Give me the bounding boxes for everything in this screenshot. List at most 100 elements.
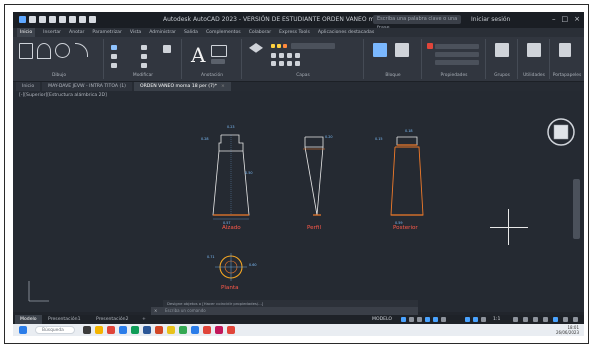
layout-tab-model[interactable]: Modelo [15, 315, 42, 324]
dimension-tool-icon[interactable] [211, 45, 227, 57]
erase-icon[interactable] [163, 45, 171, 53]
clean-screen-icon[interactable] [563, 317, 568, 322]
redo-icon[interactable] [89, 16, 96, 23]
file-explorer-icon[interactable] [95, 326, 103, 334]
keyword-search-input[interactable]: Escriba una palabra clave o una frase [373, 15, 461, 31]
navigation-bar[interactable] [573, 179, 580, 239]
app-menu-icon[interactable] [19, 16, 26, 23]
viewcube-icon[interactable] [547, 118, 575, 146]
file-tab-active[interactable]: ORDEN VANEO morna 18 per (7)* × [133, 82, 231, 91]
transparency-toggle-icon[interactable] [473, 317, 478, 322]
excel-icon[interactable] [131, 326, 139, 334]
layer-tool-icon[interactable] [287, 61, 292, 66]
layer-freeze-icon[interactable] [277, 44, 281, 48]
color-swatch-icon[interactable] [427, 43, 433, 49]
osnap-toggle-icon[interactable] [433, 317, 438, 322]
lineweight-toggle-icon[interactable] [465, 317, 470, 322]
hardware-acceleration-icon[interactable] [553, 317, 558, 322]
annotation-monitor-icon[interactable] [523, 317, 528, 322]
grid-toggle-icon[interactable] [401, 317, 406, 322]
ribbon-tab[interactable]: Colaborar [249, 28, 271, 37]
customize-menu-icon[interactable] [573, 317, 578, 322]
create-block-icon[interactable] [395, 43, 409, 57]
add-layout-icon[interactable]: + [137, 315, 151, 324]
open-file-icon[interactable] [39, 16, 46, 23]
ribbon-tab[interactable]: Anotar [69, 28, 84, 37]
model-space-button[interactable]: MODELO [372, 316, 392, 323]
ribbon-tab[interactable]: Parametrizar [92, 28, 121, 37]
close-icon[interactable]: × [574, 15, 580, 23]
edge-icon[interactable] [119, 326, 127, 334]
ribbon-tab[interactable]: Aplicaciones destacadas [318, 28, 374, 37]
close-tab-icon[interactable]: × [221, 84, 225, 89]
layer-tool-icon[interactable] [271, 53, 276, 58]
autocad-icon[interactable] [203, 326, 211, 334]
fillet-icon[interactable] [141, 63, 147, 68]
layer-dropdown[interactable] [291, 43, 335, 49]
undo-icon[interactable] [79, 16, 86, 23]
linetype-dropdown[interactable] [435, 52, 479, 57]
color-dropdown[interactable] [435, 44, 479, 49]
trim-icon[interactable] [111, 63, 117, 68]
ribbon-tab[interactable]: Salida [184, 28, 198, 37]
arc-tool-icon[interactable] [75, 43, 88, 57]
lineweight-dropdown[interactable] [435, 60, 479, 65]
rotate-icon[interactable] [111, 54, 117, 59]
windows-start-icon[interactable] [19, 326, 27, 334]
isolate-objects-icon[interactable] [543, 317, 548, 322]
word-icon[interactable] [143, 326, 151, 334]
layout-tab[interactable]: Presentación2 [91, 315, 134, 324]
units-icon[interactable] [533, 317, 538, 322]
powerpoint-icon[interactable] [155, 326, 163, 334]
snap-toggle-icon[interactable] [409, 317, 414, 322]
paste-icon[interactable] [559, 43, 571, 57]
group-icon[interactable] [495, 43, 509, 57]
ribbon-tab[interactable]: Administrar [149, 28, 176, 37]
system-tray-clock[interactable]: 18:01 26/06/2023 [556, 325, 579, 335]
folder-icon[interactable] [167, 326, 175, 334]
layer-tool-icon[interactable] [271, 61, 276, 66]
save-icon[interactable] [49, 16, 56, 23]
line-tool-icon[interactable] [19, 43, 33, 59]
mirror-icon[interactable] [141, 54, 147, 59]
app-icon[interactable] [215, 326, 223, 334]
file-tab[interactable]: MAY-DAVE JEVW - INTRA TITOA (1) [42, 82, 132, 91]
table-tool-icon[interactable] [211, 59, 225, 64]
app-icon[interactable] [227, 326, 235, 334]
ribbon-tab[interactable]: Complementos [206, 28, 241, 37]
app-icon[interactable] [179, 326, 187, 334]
ribbon-tab[interactable]: Express Tools [279, 28, 310, 37]
text-tool-icon[interactable]: A [191, 45, 205, 65]
layer-tool-icon[interactable] [279, 53, 284, 58]
annotation-scale[interactable]: 1:1 [493, 316, 500, 323]
workspace-gear-icon[interactable] [513, 317, 518, 322]
print-icon[interactable] [69, 16, 76, 23]
sign-in-button[interactable]: Iniciar sesión [471, 16, 510, 23]
insert-block-icon[interactable] [373, 43, 387, 57]
command-input[interactable]: × Escriba un comando [151, 307, 418, 315]
copy-icon[interactable] [141, 45, 147, 50]
layer-tool-icon[interactable] [295, 53, 300, 58]
layout-tab[interactable]: Presentación1 [43, 315, 86, 324]
new-file-icon[interactable] [29, 16, 36, 23]
layer-tool-icon[interactable] [295, 61, 300, 66]
circle-tool-icon[interactable] [55, 43, 70, 58]
file-tab-start[interactable]: Inicio [16, 82, 41, 91]
polar-toggle-icon[interactable] [425, 317, 430, 322]
chrome-icon[interactable] [107, 326, 115, 334]
app-icon[interactable] [191, 326, 199, 334]
layer-tool-icon[interactable] [279, 61, 284, 66]
ribbon-tab[interactable]: Vista [130, 28, 141, 37]
layer-tool-icon[interactable] [287, 53, 292, 58]
polyline-tool-icon[interactable] [37, 43, 51, 59]
close-command-icon[interactable]: × [154, 307, 157, 315]
layer-lock-icon[interactable] [283, 44, 287, 48]
drawing-canvas[interactable]: [-][Superior][Estructura alámbrica 2D] 0… [13, 91, 584, 312]
ribbon-tab[interactable]: Inicio [17, 28, 36, 37]
measure-icon[interactable] [527, 43, 541, 57]
minimize-icon[interactable]: – [552, 15, 556, 23]
ribbon-tab[interactable]: Insertar [43, 28, 61, 37]
otrack-toggle-icon[interactable] [441, 317, 446, 322]
layer-on-icon[interactable] [271, 44, 275, 48]
save-as-icon[interactable] [59, 16, 66, 23]
